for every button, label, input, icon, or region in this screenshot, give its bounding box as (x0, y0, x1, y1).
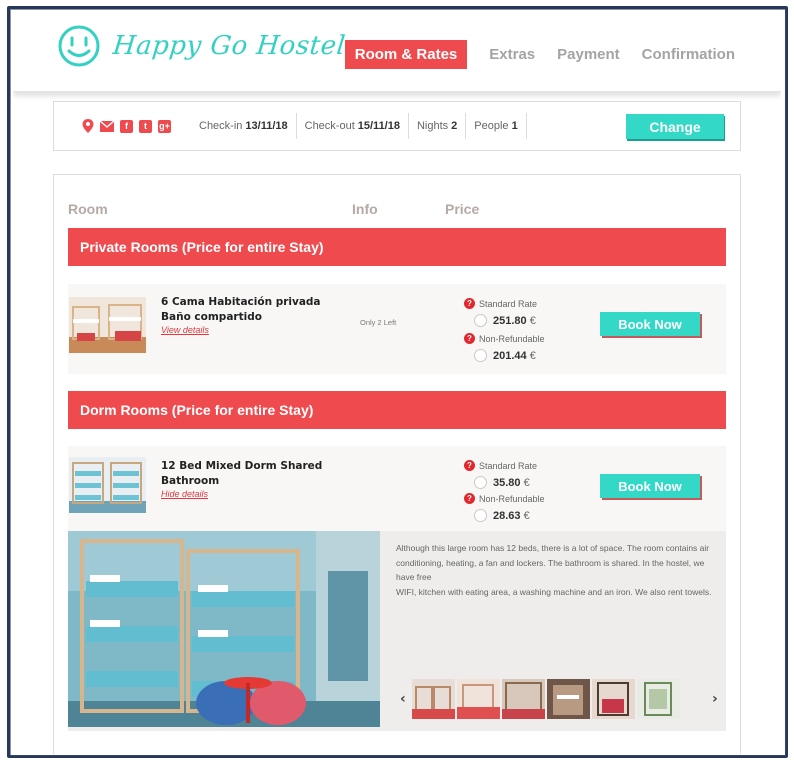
room-name: 6 Cama Habitación privada Baño compartid… (161, 296, 321, 323)
nights-info: Nights 2 (409, 113, 467, 139)
email-icon[interactable] (100, 120, 114, 132)
checkout-steps-nav: Room & Rates Extras Payment Confirmation (344, 40, 735, 69)
nav-room-rates[interactable]: Room & Rates (344, 40, 468, 69)
help-icon[interactable]: ? (464, 298, 475, 310)
room-details-panel: Although this large room has 12 beds, th… (68, 531, 726, 731)
room-thumbnail[interactable] (69, 297, 146, 353)
room-description: Although this large room has 12 beds, th… (396, 541, 722, 599)
room-main-photo[interactable] (68, 531, 380, 727)
section-header-dorm-rooms: Dorm Rooms (Price for entire Stay) (68, 391, 726, 429)
section-header-private-rooms: Private Rooms (Price for entire Stay) (68, 228, 726, 266)
gallery-next-arrow-icon[interactable]: › (712, 691, 718, 707)
nav-payment[interactable]: Payment (557, 46, 620, 63)
booking-page: Happy Go Hostel Room & Rates Extras Paym… (13, 12, 781, 754)
room-thumbnail[interactable] (69, 457, 146, 513)
social-icons: f t g+ (82, 119, 171, 133)
help-icon[interactable]: ? (464, 333, 475, 345)
nav-confirmation[interactable]: Confirmation (642, 46, 735, 63)
room-row-private: 6 Cama Habitación privada Baño compartid… (68, 284, 726, 374)
nights-label: Nights (416, 120, 449, 132)
column-header-price: Price (445, 201, 480, 217)
rate-non-refundable: ? Non-Refundable 201.44 € (464, 330, 545, 362)
book-now-button[interactable]: Book Now (600, 312, 700, 336)
people-value: 1 (511, 120, 518, 132)
site-header: Happy Go Hostel Room & Rates Extras Paym… (13, 12, 781, 92)
column-header-info: Info (352, 201, 378, 217)
rate-price: 28.63 € (493, 509, 530, 522)
people-info: People 1 (466, 113, 527, 139)
column-header-room: Room (68, 201, 108, 217)
gallery-thumbnail[interactable] (637, 679, 680, 719)
rate-price: 251.80 € (493, 314, 536, 327)
rate-label: Standard Rate (479, 460, 538, 471)
rate-label: Standard Rate (479, 298, 538, 309)
checkout-value: 15/11/18 (357, 120, 400, 132)
rate-non-refundable: ? Non-Refundable 28.63 € (464, 490, 545, 522)
room-name: 12 Bed Mixed Dorm Shared Bathroom (161, 460, 323, 487)
book-now-button[interactable]: Book Now (600, 474, 700, 498)
brand-name: Happy Go Hostel (111, 31, 348, 61)
facebook-icon[interactable]: f (120, 119, 133, 133)
rate-standard: ? Standard Rate 251.80 € (464, 295, 537, 327)
rate-radio[interactable] (474, 476, 487, 489)
rate-label: Non-Refundable (479, 493, 545, 504)
photo-gallery-strip (412, 679, 682, 719)
room-description-line: WIFI, kitchen with eating area, a washin… (396, 586, 712, 597)
checkout-label: Check-out (304, 120, 355, 132)
gallery-thumbnail[interactable] (592, 679, 635, 719)
room-row-dorm: 12 Bed Mixed Dorm Shared Bathroom Hide d… (68, 446, 726, 531)
checkin-value: 13/11/18 (245, 120, 288, 132)
rate-radio[interactable] (474, 314, 487, 327)
gallery-thumbnail[interactable] (457, 679, 500, 719)
nights-value: 2 (451, 120, 458, 132)
map-pin-icon[interactable] (82, 119, 94, 133)
nav-extras[interactable]: Extras (489, 46, 535, 63)
booking-summary-bar: f t g+ Check-in 13/11/18 Check-out 15/11/1… (53, 101, 741, 151)
google-plus-icon[interactable]: g+ (158, 119, 171, 133)
rate-label: Non-Refundable (479, 333, 545, 344)
twitter-icon[interactable]: t (139, 119, 152, 133)
rate-price: 35.80 € (493, 476, 530, 489)
people-label: People (474, 120, 509, 132)
view-details-link[interactable]: View details (161, 325, 209, 335)
room-description-line: Although this large room has 12 beds, th… (396, 543, 710, 582)
help-icon[interactable]: ? (464, 460, 475, 472)
brand-logo[interactable]: Happy Go Hostel (57, 24, 348, 68)
gallery-thumbnail[interactable] (547, 679, 590, 719)
checkin-info: Check-in 13/11/18 (191, 113, 297, 139)
change-button[interactable]: Change (626, 114, 724, 139)
gallery-prev-arrow-icon[interactable]: ‹ (400, 691, 406, 707)
rate-radio[interactable] (474, 509, 487, 522)
availability-note: Only 2 Left (360, 318, 397, 327)
hide-details-link[interactable]: Hide details (161, 489, 208, 499)
gallery-thumbnail[interactable] (502, 679, 545, 719)
rooms-panel: Room Info Price Private Rooms (Price for… (53, 174, 741, 754)
checkin-label: Check-in (199, 120, 243, 132)
gallery-thumbnail[interactable] (412, 679, 455, 719)
checkout-info: Check-out 15/11/18 (297, 113, 409, 139)
help-icon[interactable]: ? (464, 493, 475, 505)
smiley-logo-icon (58, 25, 100, 67)
rate-radio[interactable] (474, 349, 487, 362)
rate-price: 201.44 € (493, 349, 536, 362)
rate-standard: ? Standard Rate 35.80 € (464, 457, 537, 489)
